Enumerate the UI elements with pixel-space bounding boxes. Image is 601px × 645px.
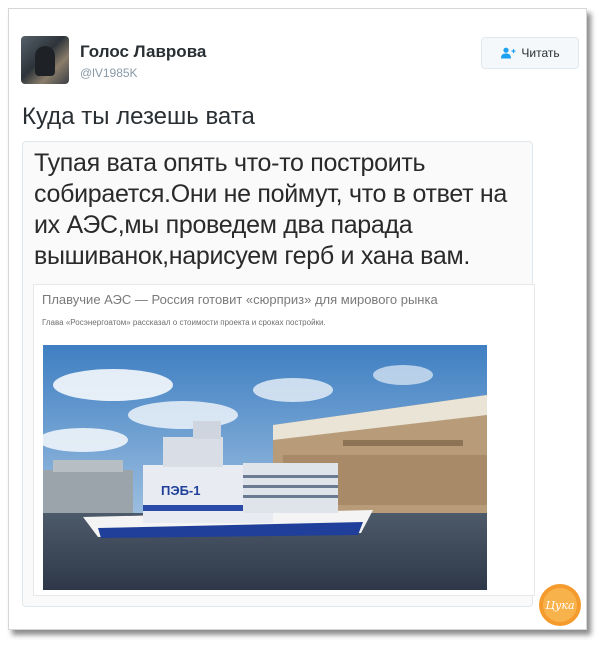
- floating-plant-photo: ПЭБ-1: [43, 345, 487, 590]
- quoted-text: Тупая вата опять что-то построить собира…: [34, 149, 508, 270]
- news-subtitle: Глава «Росэнергоатом» рассказал о стоимо…: [42, 318, 326, 327]
- news-headline[interactable]: Плавучие АЭС — Россия готовит «сюрприз» …: [42, 292, 438, 307]
- add-user-icon: [501, 47, 516, 59]
- news-card[interactable]: Плавучие АЭС — Россия готовит «сюрприз» …: [33, 284, 535, 596]
- author-handle[interactable]: @lV1985K: [80, 66, 138, 80]
- author-avatar[interactable]: [21, 36, 69, 84]
- watermark-text: Цука: [545, 599, 574, 612]
- follow-label: Читать: [521, 46, 560, 60]
- tweet-text: Куда ты лезешь вата: [22, 103, 255, 130]
- watermark-logo: Цука: [539, 584, 581, 626]
- follow-button[interactable]: Читать: [481, 37, 579, 69]
- quoted-content[interactable]: Тупая вата опять что-то построить собира…: [22, 141, 535, 607]
- author-name[interactable]: Голос Лаврова: [80, 42, 206, 62]
- ship-label: ПЭБ-1: [161, 483, 201, 498]
